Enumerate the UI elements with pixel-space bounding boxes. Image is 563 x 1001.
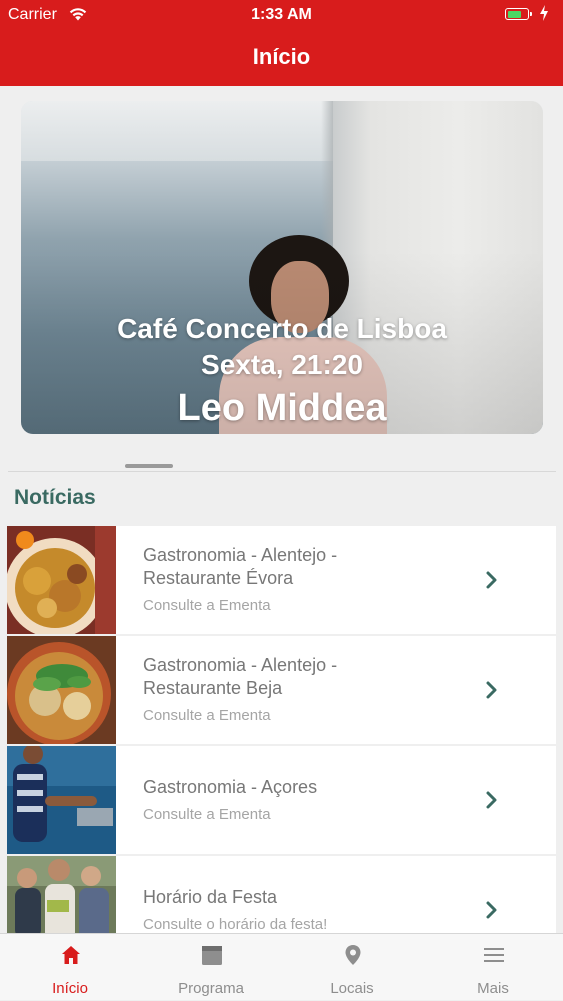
news-title: Gastronomia - Açores [143, 777, 318, 797]
charging-bolt-icon [540, 5, 548, 21]
news-item-acores[interactable]: Gastronomia - Açores Consulte a Ementa [7, 746, 556, 854]
navigation-bar: Início [0, 30, 563, 86]
event-datetime: Sexta, 21:20 [201, 349, 363, 380]
clock: 1:33 AM [251, 6, 312, 23]
news-section-title: Notícias [14, 486, 96, 509]
news-subtitle: Consulte a Ementa [143, 707, 271, 724]
chevron-right-icon [486, 681, 497, 699]
tab-label: Locais [330, 980, 374, 997]
tab-label: Início [52, 980, 88, 997]
page-title: Início [252, 44, 311, 69]
news-title: Gastronomia - Alentejo - Restaurante Bej… [143, 655, 338, 698]
news-thumbnail-acores [7, 746, 116, 854]
news-subtitle: Consulte a Ementa [143, 806, 271, 823]
battery-icon [505, 8, 532, 20]
tab-label: Mais [477, 980, 509, 997]
news-item-beja[interactable]: Gastronomia - Alentejo - Restaurante Bej… [7, 636, 556, 744]
news-subtitle: Consulte a Ementa [143, 597, 271, 614]
featured-event-card[interactable]: Café Concerto de Lisboa Sexta, 21:20 Leo… [21, 101, 543, 434]
chevron-right-icon [486, 901, 497, 919]
news-thumbnail-beja [7, 636, 116, 744]
carousel-page-indicator[interactable] [125, 464, 173, 468]
calendar-icon [202, 946, 222, 965]
tab-locais[interactable]: Locais [282, 934, 422, 1001]
chevron-right-icon [486, 571, 497, 589]
news-title: Gastronomia - Alentejo - Restaurante Évo… [143, 545, 338, 588]
event-venue: Café Concerto de Lisboa [117, 313, 447, 344]
tab-mais[interactable]: Mais [423, 934, 563, 1001]
tab-bar: Início Programa Locais Mais [0, 933, 563, 1000]
status-bar: Carrier 1:33 AM [0, 0, 563, 30]
tab-programa[interactable]: Programa [141, 934, 281, 1001]
news-item-horario[interactable]: Horário da Festa Consulte o horário da f… [7, 856, 556, 933]
news-thumbnail-horario [7, 856, 116, 933]
divider [8, 471, 556, 472]
news-thumbnail-evora [7, 526, 116, 634]
news-subtitle: Consulte o horário da festa! [143, 916, 328, 933]
home-icon [62, 946, 80, 964]
tab-inicio[interactable]: Início [0, 934, 140, 1001]
location-pin-icon [345, 945, 361, 965]
menu-icon [484, 948, 504, 962]
tab-label: Programa [178, 980, 244, 997]
event-artist: Leo Middea [177, 387, 387, 429]
chevron-right-icon [486, 791, 497, 809]
news-title: Horário da Festa [143, 887, 278, 907]
news-item-evora[interactable]: Gastronomia - Alentejo - Restaurante Évo… [7, 526, 556, 634]
